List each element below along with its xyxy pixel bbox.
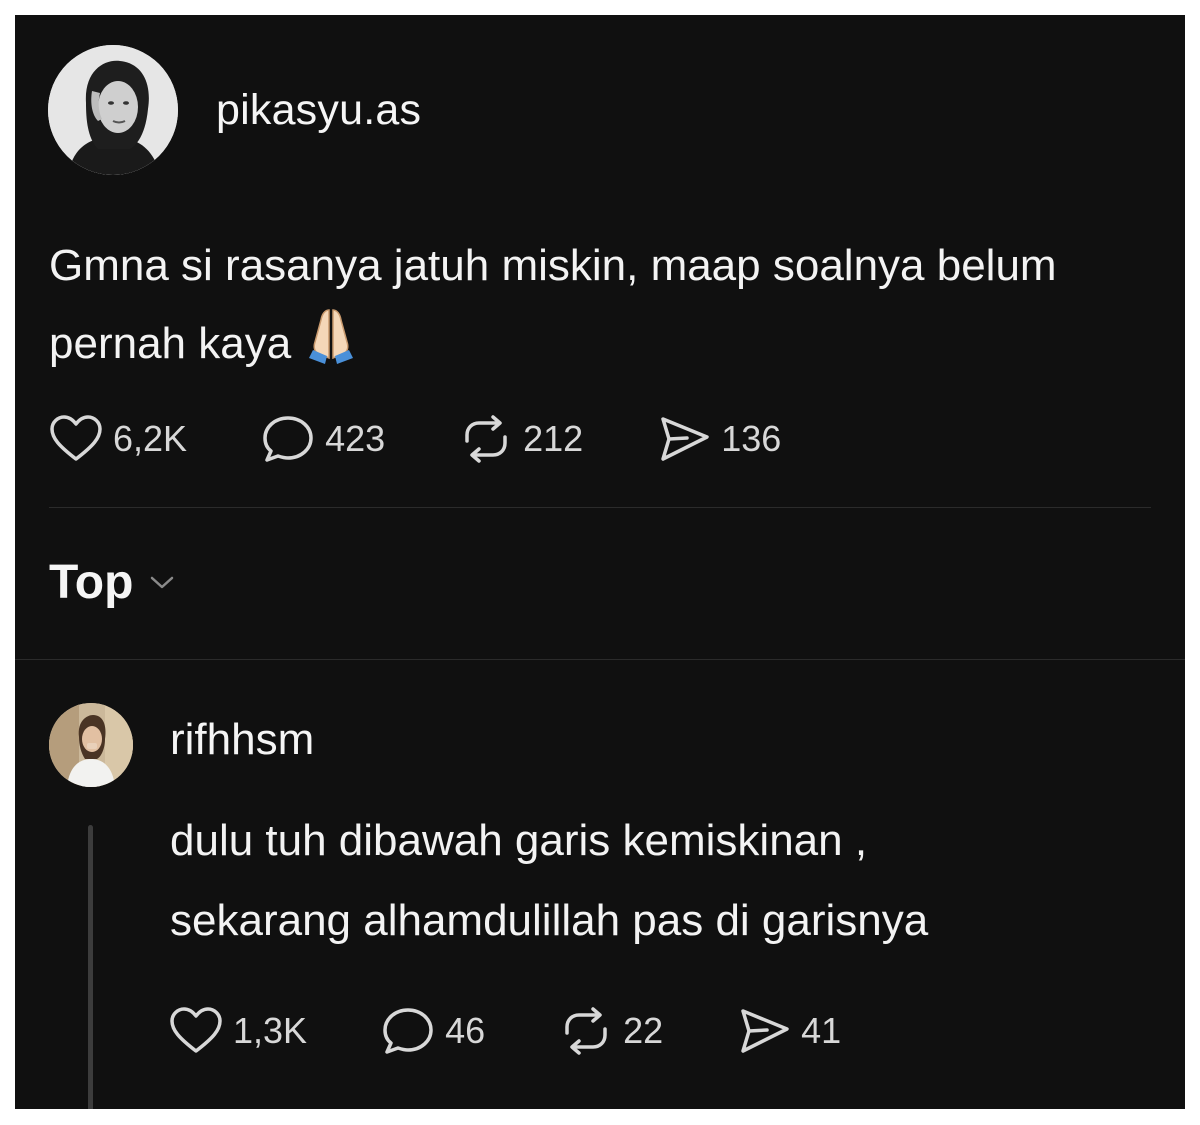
reply-actions: 1,3K 46 22 41 xyxy=(169,1007,915,1055)
thread-line xyxy=(88,825,93,1109)
repost-icon xyxy=(465,415,507,463)
send-icon xyxy=(661,417,709,461)
post-username[interactable]: pikasyu.as xyxy=(216,86,421,135)
comment-count: 423 xyxy=(325,418,386,459)
share-button[interactable]: 136 xyxy=(657,415,781,463)
divider xyxy=(49,507,1151,508)
folded-hands-icon xyxy=(305,306,357,389)
like-count: 1,3K xyxy=(233,1010,308,1051)
comment-button[interactable]: 46 xyxy=(381,1007,485,1055)
repost-count: 212 xyxy=(523,418,584,459)
repost-count: 22 xyxy=(623,1010,664,1051)
comment-count: 46 xyxy=(445,1010,486,1051)
chevron-down-icon xyxy=(151,576,174,588)
divider xyxy=(15,659,1185,660)
post-actions: 6,2K 423 212 136 xyxy=(49,415,855,463)
share-count: 136 xyxy=(721,418,782,459)
post-header: pikasyu.as xyxy=(48,45,421,175)
share-count: 41 xyxy=(801,1010,842,1051)
heart-icon xyxy=(170,1007,222,1053)
reply-text-line: dulu tuh dibawah garis kemiskinan , xyxy=(170,816,868,865)
post-text: Gmna si rasanya jatuh miskin, maap soaln… xyxy=(49,227,1129,389)
post-text-content: Gmna si rasanya jatuh miskin, maap soaln… xyxy=(49,241,1057,368)
reply-username[interactable]: rifhhsm xyxy=(170,715,314,765)
like-button[interactable]: 6,2K xyxy=(49,415,187,463)
repost-icon xyxy=(565,1007,607,1055)
avatar-photo-icon xyxy=(49,703,133,787)
reply-text: dulu tuh dibawah garis kemiskinan , seka… xyxy=(170,801,1170,961)
send-icon xyxy=(741,1009,789,1053)
heart-icon xyxy=(50,415,102,461)
comment-bubble-icon xyxy=(383,1008,433,1054)
like-count: 6,2K xyxy=(113,418,188,459)
repost-button[interactable]: 22 xyxy=(559,1007,663,1055)
sort-dropdown[interactable]: Top xyxy=(49,555,175,610)
reply-text-line: sekarang alhamdulillah pas di garisnya xyxy=(170,896,929,945)
avatar-photo-icon xyxy=(48,45,178,175)
repost-button[interactable]: 212 xyxy=(459,415,583,463)
avatar[interactable] xyxy=(48,45,178,175)
comment-button[interactable]: 423 xyxy=(261,415,385,463)
share-button[interactable]: 41 xyxy=(737,1007,841,1055)
comment-bubble-icon xyxy=(263,416,313,462)
sort-label: Top xyxy=(49,556,134,609)
reply-avatar[interactable] xyxy=(49,703,133,787)
threads-post-screen: pikasyu.as Gmna si rasanya jatuh miskin,… xyxy=(15,15,1185,1109)
like-button[interactable]: 1,3K xyxy=(169,1007,307,1055)
